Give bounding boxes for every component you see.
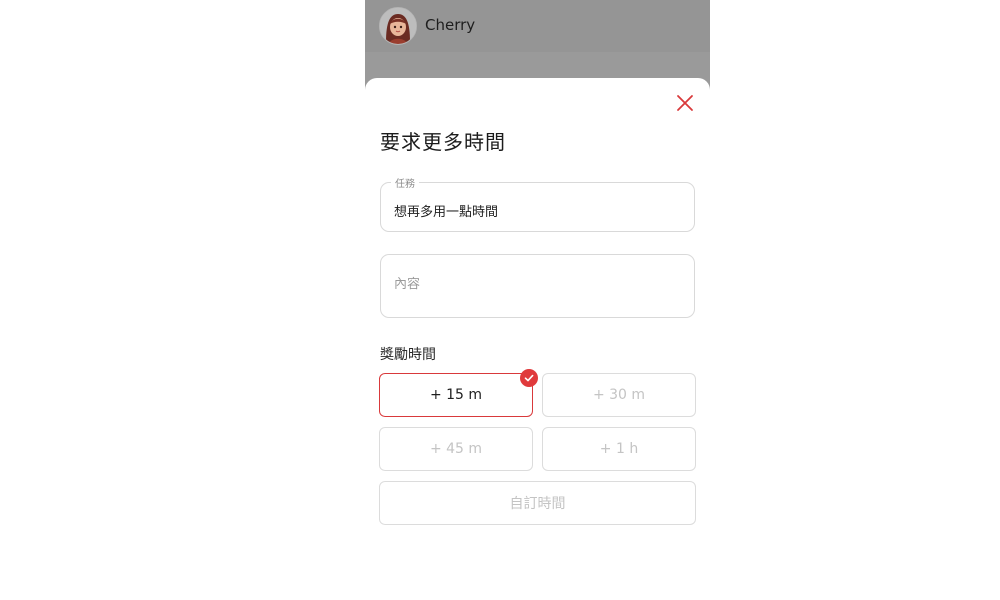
task-field-label: 任務: [391, 175, 419, 190]
selected-check-badge: [520, 369, 538, 387]
avatar-girl-icon: [380, 8, 416, 44]
phone-screen: Cherry 要求更多時間 任務 想再多用一點時間 內容 獎勵時間 + 15 m…: [365, 0, 710, 600]
custom-time-button[interactable]: 自訂時間: [379, 481, 696, 525]
close-icon: [677, 95, 693, 111]
checkmark-icon: [524, 374, 534, 382]
request-time-sheet: 要求更多時間 任務 想再多用一點時間 內容 獎勵時間 + 15 m + 30 m…: [365, 78, 710, 600]
close-button[interactable]: [674, 92, 696, 114]
reward-time-label: 獎勵時間: [380, 347, 436, 363]
option-45m-button[interactable]: + 45 m: [379, 427, 533, 471]
task-field[interactable]: 任務 想再多用一點時間: [380, 175, 695, 232]
page-title: 要求更多時間: [380, 130, 506, 154]
username: Cherry: [425, 16, 476, 34]
option-30m-button[interactable]: + 30 m: [542, 373, 696, 417]
option-1h-button[interactable]: + 1 h: [542, 427, 696, 471]
top-bar: Cherry: [365, 0, 710, 53]
option-15m-button[interactable]: + 15 m: [379, 373, 533, 417]
task-field-value: 想再多用一點時間: [394, 205, 499, 220]
content-field[interactable]: 內容: [380, 254, 695, 318]
avatar[interactable]: [379, 7, 417, 45]
content-field-placeholder: 內容: [394, 277, 421, 292]
